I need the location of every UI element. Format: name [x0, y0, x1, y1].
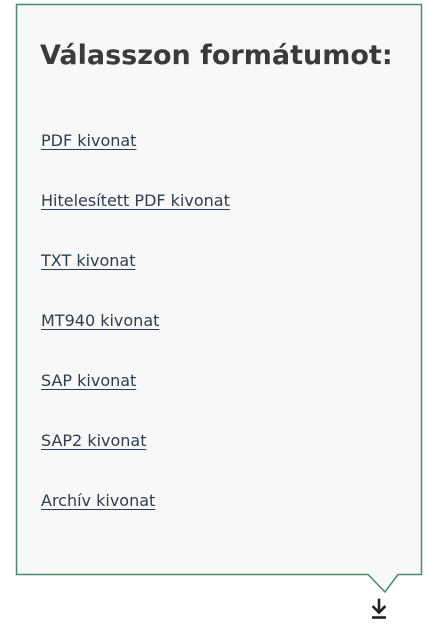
list-item: MT940 kivonat [41, 311, 230, 371]
list-item: Archív kivonat [41, 491, 230, 551]
popover-title: Válasszon formátumot: [40, 40, 393, 71]
list-item: SAP kivonat [41, 371, 230, 431]
list-item: SAP2 kivonat [41, 431, 230, 491]
sap2-statement-link[interactable]: SAP2 kivonat [41, 431, 147, 450]
certified-pdf-statement-link[interactable]: Hitelesített PDF kivonat [41, 191, 230, 210]
archive-statement-link[interactable]: Archív kivonat [41, 491, 155, 510]
format-popover: Válasszon formátumot: PDF kivonat Hitele… [16, 4, 422, 574]
mt940-statement-link[interactable]: MT940 kivonat [41, 311, 159, 330]
download-icon [371, 598, 387, 619]
list-item: PDF kivonat [41, 131, 230, 191]
sap-statement-link[interactable]: SAP kivonat [41, 371, 136, 390]
txt-statement-link[interactable]: TXT kivonat [41, 251, 136, 270]
download-button[interactable] [359, 597, 399, 621]
list-item: Hitelesített PDF kivonat [41, 191, 230, 251]
pdf-statement-link[interactable]: PDF kivonat [41, 131, 136, 150]
format-list: PDF kivonat Hitelesített PDF kivonat TXT… [41, 131, 230, 551]
list-item: TXT kivonat [41, 251, 230, 311]
